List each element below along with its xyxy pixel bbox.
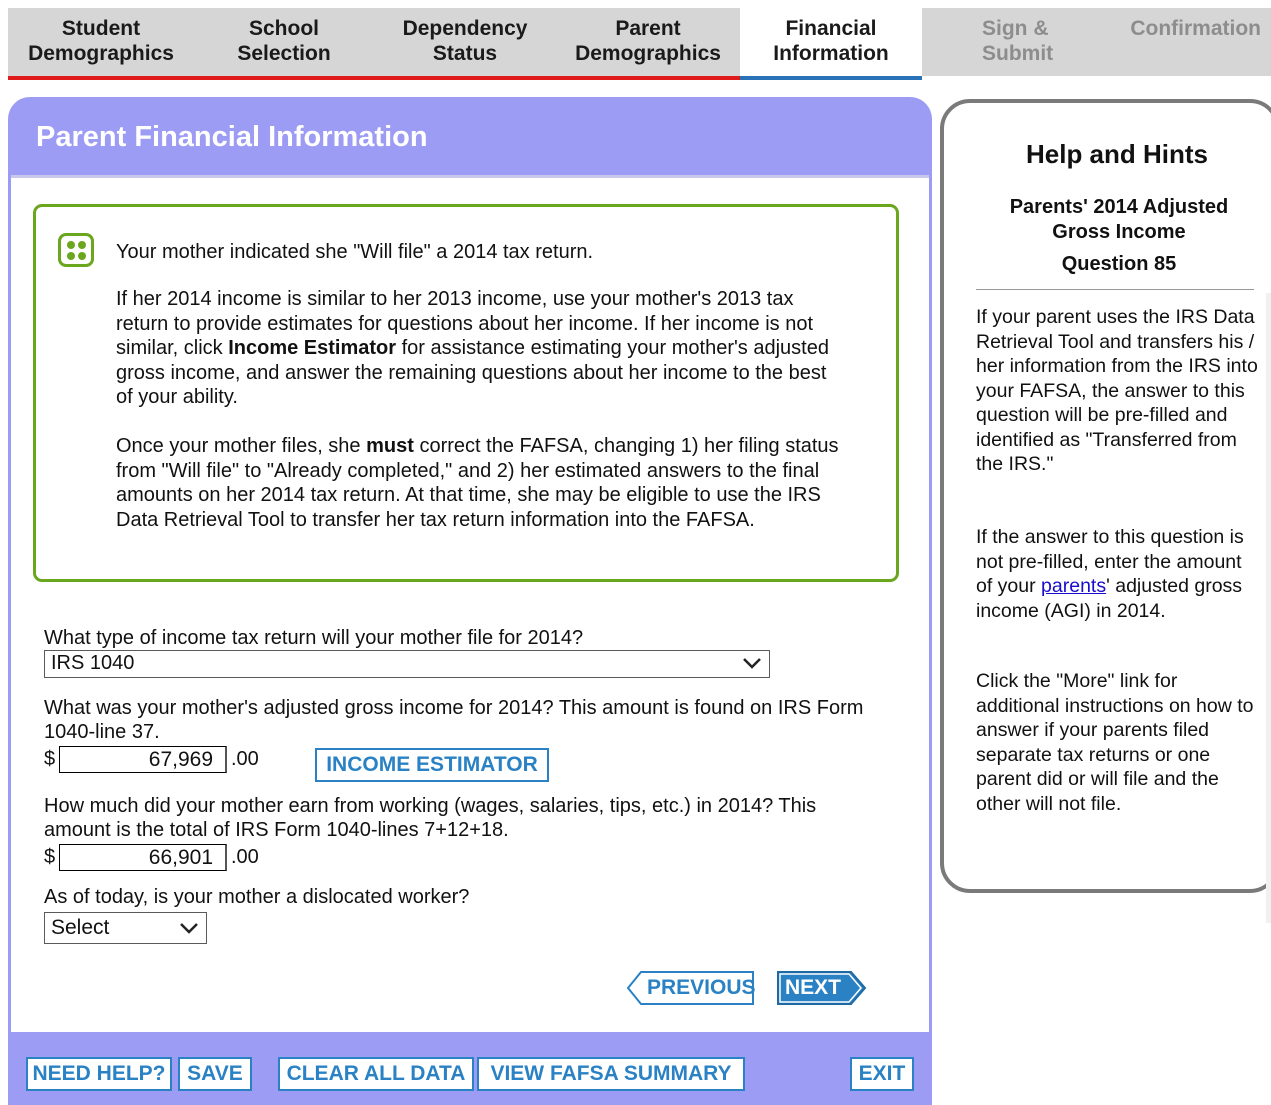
help-paragraph: Click the "More" link for additional ins… xyxy=(976,670,1254,815)
exit-button[interactable]: EXIT xyxy=(850,1057,914,1091)
tab-parent-demographics[interactable]: Parent Demographics xyxy=(556,8,740,80)
agi-label: What was your mother's adjusted gross in… xyxy=(44,697,864,743)
tab-student-demographics[interactable]: Student Demographics xyxy=(8,8,194,80)
selected-value: Select xyxy=(51,916,110,939)
tab-label: Parent xyxy=(615,17,681,40)
tab-label: Sign & xyxy=(982,17,1049,40)
help-panel: Help and Hints Parents' 2014 Adjusted Gr… xyxy=(940,99,1271,923)
tab-label: Selection xyxy=(237,42,331,65)
chevron-down-icon xyxy=(180,923,198,934)
tab-label: Submit xyxy=(982,42,1054,65)
info-dots-icon xyxy=(58,233,94,267)
view-fafsa-summary-button[interactable]: VIEW FAFSA SUMMARY xyxy=(477,1057,745,1091)
chevron-down-icon xyxy=(743,658,761,669)
tab-school-selection[interactable]: School Selection xyxy=(194,8,374,80)
parents-link[interactable]: parents xyxy=(1041,575,1106,597)
help-paragraph: If your parent uses the IRS Data Retriev… xyxy=(976,306,1258,475)
help-subtitle: Parents' 2014 Adjusted Gross Income xyxy=(1009,196,1229,243)
earnings-input-row: $ 66,901 .00 xyxy=(44,844,259,871)
tab-label: Demographics xyxy=(28,42,174,65)
help-paragraph: If the answer to this question is not pr… xyxy=(976,526,1244,622)
tax-return-type-select[interactable]: IRS 1040 xyxy=(44,650,770,678)
save-button[interactable]: SAVE xyxy=(178,1057,252,1091)
tab-sign-submit: Sign & Submit xyxy=(922,8,1104,76)
dislocated-worker-select[interactable]: Select xyxy=(44,912,207,944)
tab-label: Information xyxy=(773,42,889,65)
income-estimator-button[interactable]: INCOME ESTIMATOR xyxy=(315,748,549,782)
dislocated-worker-label: As of today, is your mother a dislocated… xyxy=(44,886,470,908)
tab-label: Confirmation xyxy=(1130,17,1261,40)
panel-body: Your mother indicated she "Will file" a … xyxy=(11,175,929,1032)
agi-input[interactable]: 67,969 xyxy=(59,746,227,773)
tab-label: Student xyxy=(61,17,141,40)
tax-return-type-label: What type of income tax return will your… xyxy=(44,627,584,649)
notice-paragraph: Once your mother files, she must correct… xyxy=(116,435,839,531)
help-title: Help and Hints xyxy=(1025,139,1208,169)
tab-dependency-status[interactable]: Dependency Status xyxy=(374,8,556,80)
page-title: Parent Financial Information xyxy=(36,121,428,153)
tab-confirmation: Confirmation xyxy=(1104,8,1271,76)
main-panel: Parent Financial Information Your mother… xyxy=(8,97,932,1105)
earnings-label: How much did your mother earn from worki… xyxy=(44,795,817,841)
tab-label: Demographics xyxy=(575,42,721,65)
help-scrollbar[interactable] xyxy=(1266,293,1271,923)
earnings-input[interactable]: 66,901 xyxy=(59,844,227,871)
clear-all-data-button[interactable]: CLEAR ALL DATA xyxy=(278,1057,474,1091)
tab-label: Status xyxy=(432,42,498,65)
notice-paragraph: If her 2014 income is similar to her 201… xyxy=(116,288,829,408)
agi-input-row: $ 67,969 .00 xyxy=(44,746,259,773)
tab-label: School xyxy=(248,17,319,40)
help-question-number: Question 85 xyxy=(1061,253,1177,275)
divider xyxy=(976,289,1254,290)
info-notice: Your mother indicated she "Will file" a … xyxy=(33,204,899,582)
tab-label: Dependency xyxy=(402,17,528,40)
previous-button[interactable]: PREVIOUS xyxy=(627,971,756,1005)
selected-value: IRS 1040 xyxy=(51,652,135,674)
need-help-button[interactable]: NEED HELP? xyxy=(26,1057,172,1091)
tab-financial-information[interactable]: Financial Information xyxy=(740,8,922,80)
progress-tabs: Student Demographics School Selection De… xyxy=(8,8,1271,80)
tab-label: Financial xyxy=(785,17,877,40)
next-button[interactable]: NEXT xyxy=(777,971,871,1005)
notice-headline: Your mother indicated she "Will file" a … xyxy=(116,241,594,263)
